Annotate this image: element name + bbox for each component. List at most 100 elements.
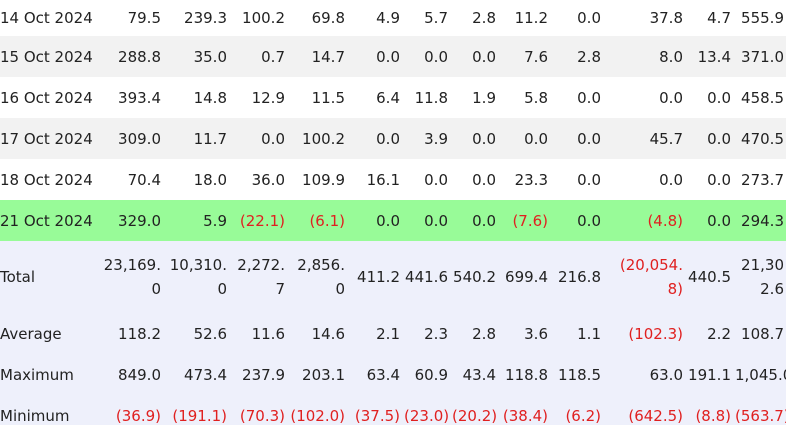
- table-cell: 0.0: [376, 129, 400, 148]
- table-cell: 3.9: [424, 129, 448, 148]
- table-cell: 0.0: [472, 211, 496, 230]
- summary-label: Average: [0, 324, 62, 343]
- table-cell: 294.3: [741, 211, 784, 230]
- table-cell: 5.9: [203, 211, 227, 230]
- summary-cell: 440.5: [688, 268, 731, 286]
- summary-cell: 2.3: [424, 324, 448, 343]
- table-cell: 0.0: [472, 129, 496, 148]
- table-cell: 309.0: [118, 129, 161, 148]
- table-cell: 11.7: [193, 129, 227, 148]
- summary-cell: 23,169.0: [103, 256, 161, 298]
- summary-cell: 118.8: [505, 365, 548, 384]
- summary-cell: 441.6: [405, 268, 448, 286]
- summary-label: Total: [0, 268, 36, 286]
- summary-cell: 237.9: [242, 365, 285, 384]
- summary-cell: (8.8): [695, 406, 731, 425]
- summary-cell: 1,045.0: [735, 365, 786, 384]
- row-date: 18 Oct 2024: [0, 170, 93, 189]
- table-cell: 0.0: [376, 211, 400, 230]
- table-cell: 6.4: [376, 88, 400, 107]
- table-row: 15 Oct 2024 288.8 35.0 0.7 14.7 0.0 0.0 …: [0, 36, 786, 77]
- table-cell: 69.8: [311, 9, 345, 27]
- table-cell: 14.7: [311, 47, 345, 66]
- summary-cell: 63.0: [649, 365, 683, 384]
- table-cell: 0.0: [472, 170, 496, 189]
- table-cell: 0.0: [424, 211, 448, 230]
- table-cell: 0.0: [707, 211, 731, 230]
- summary-cell: (102.3): [628, 324, 683, 343]
- table-cell: 470.5: [741, 129, 784, 148]
- summary-cell: 10,310.0: [169, 256, 227, 298]
- summary-row-minimum: Minimum (36.9) (191.1) (70.3) (102.0) (3…: [0, 395, 786, 425]
- row-date: 15 Oct 2024: [0, 47, 93, 66]
- summary-cell: 60.9: [414, 365, 448, 384]
- table-row: 16 Oct 2024 393.4 14.8 12.9 11.5 6.4 11.…: [0, 77, 786, 118]
- row-date: 17 Oct 2024: [0, 129, 93, 148]
- summary-cell: (37.5): [354, 406, 400, 425]
- summary-cell: (563.7): [735, 406, 786, 425]
- table-cell: (4.8): [647, 211, 683, 230]
- summary-cell: 118.5: [558, 365, 601, 384]
- table-cell: 109.9: [302, 170, 345, 189]
- table-cell: 371.0: [741, 47, 784, 66]
- summary-cell: 43.4: [462, 365, 496, 384]
- table-cell: 14.8: [193, 88, 227, 107]
- table-cell: 458.5: [741, 88, 784, 107]
- table-cell: 0.0: [524, 129, 548, 148]
- table-cell: 12.9: [251, 88, 285, 107]
- table-cell: 5.8: [524, 88, 548, 107]
- table-cell: 393.4: [118, 88, 161, 107]
- summary-label: Minimum: [0, 406, 70, 425]
- table-cell: 5.7: [424, 9, 448, 27]
- table-cell: 239.3: [184, 9, 227, 27]
- table-cell: 79.5: [127, 9, 161, 27]
- table-cell: 11.2: [514, 9, 548, 27]
- table-cell: 0.0: [577, 88, 601, 107]
- table-cell: 13.4: [697, 47, 731, 66]
- table-cell: 2.8: [472, 9, 496, 27]
- table-cell: 18.0: [193, 170, 227, 189]
- table-cell: 2.8: [577, 47, 601, 66]
- summary-cell: (191.1): [172, 406, 227, 425]
- table-cell: 0.0: [659, 88, 683, 107]
- table-cell: 288.8: [118, 47, 161, 66]
- table-cell: 8.0: [659, 47, 683, 66]
- summary-cell: 118.2: [118, 324, 161, 343]
- summary-cell: (20,054.8): [619, 256, 683, 298]
- summary-cell: 2,272.7: [237, 256, 285, 298]
- table-cell: 0.0: [424, 170, 448, 189]
- table-cell: 0.0: [424, 47, 448, 66]
- summary-label: Maximum: [0, 365, 74, 384]
- summary-cell: 14.6: [311, 324, 345, 343]
- summary-cell: 699.4: [505, 268, 548, 286]
- table-cell: 555.9: [741, 9, 784, 27]
- table-cell: 11.5: [311, 88, 345, 107]
- summary-row-average: Average 118.2 52.6 11.6 14.6 2.1 2.3 2.8…: [0, 313, 786, 354]
- table-row: 17 Oct 2024 309.0 11.7 0.0 100.2 0.0 3.9…: [0, 118, 786, 159]
- row-date: 21 Oct 2024: [0, 211, 93, 230]
- summary-cell: (642.5): [628, 406, 683, 425]
- summary-row-maximum: Maximum 849.0 473.4 237.9 203.1 63.4 60.…: [0, 354, 786, 395]
- summary-cell: (70.3): [239, 406, 285, 425]
- summary-cell: (6.2): [565, 406, 601, 425]
- table-cell: 23.3: [514, 170, 548, 189]
- table-row-highlighted: 21 Oct 2024 329.0 5.9 (22.1) (6.1) 0.0 0…: [0, 200, 786, 241]
- table-cell: 45.7: [649, 129, 683, 148]
- table-cell: 100.2: [242, 9, 285, 27]
- summary-cell: 203.1: [302, 365, 345, 384]
- table-cell: 16.1: [366, 170, 400, 189]
- summary-cell: (36.9): [115, 406, 161, 425]
- summary-cell: 411.2: [357, 268, 400, 286]
- table-cell: 35.0: [193, 47, 227, 66]
- summary-row-total: Total 23,169.0 10,310.0 2,272.7 2,856.0 …: [0, 241, 786, 313]
- row-date: 14 Oct 2024: [0, 9, 93, 27]
- table-cell: 329.0: [118, 211, 161, 230]
- table-cell: (22.1): [239, 211, 285, 230]
- table-cell: 0.0: [577, 211, 601, 230]
- summary-cell: (23.0): [404, 406, 450, 425]
- summary-cell: 2.1: [376, 324, 400, 343]
- table-cell: (7.6): [512, 211, 548, 230]
- table-cell: 4.9: [376, 9, 400, 27]
- summary-cell: 216.8: [558, 268, 601, 286]
- table-cell: 4.7: [707, 9, 731, 27]
